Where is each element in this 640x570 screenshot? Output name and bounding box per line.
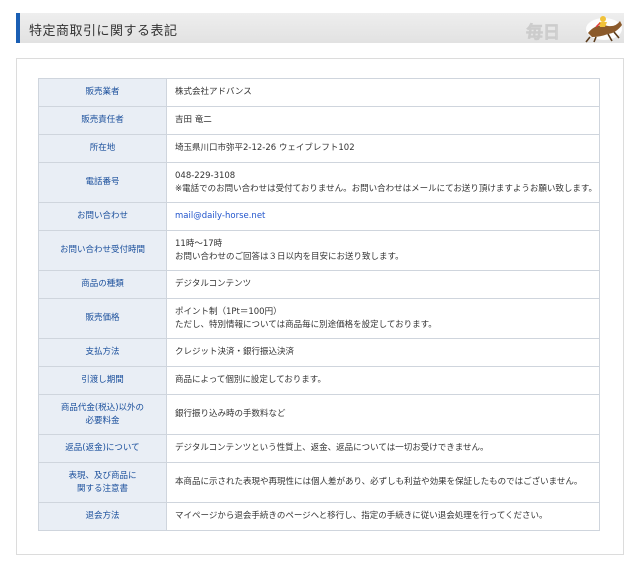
table-row: 支払方法 クレジット決済・銀行振込決済 <box>38 338 600 367</box>
row-label-line: お問い合わせ <box>76 211 128 221</box>
table-row: お問い合わせ受付時間 11時～17時お問い合わせのご回答は３日以内を目安にお送り致… <box>38 230 600 271</box>
row-value: マイページから退会手続きのページへと移行し、指定の手続きに従い退会処理を行ってく… <box>166 502 600 531</box>
row-label: 商品代金(税込)以外の 必要料金 <box>38 394 167 435</box>
page: 特定商取引に関する表記 毎日 販売業者 株式会社アドバンス販売責任者 吉田 竜二所在… <box>0 0 640 570</box>
row-label: 販売責任者 <box>38 106 167 135</box>
row-value-line: 埼玉県川口市弥平2-12-26 ウェイブレフト102 <box>175 143 355 153</box>
page-header: 特定商取引に関する表記 毎日 <box>16 13 624 43</box>
row-label: 商品の種類 <box>38 270 167 299</box>
row-label: 販売業者 <box>38 78 167 107</box>
row-label-line: 引渡し期間 <box>81 375 124 385</box>
row-value: クレジット決済・銀行振込決済 <box>166 338 600 367</box>
row-label-line: 販売価格 <box>85 313 120 323</box>
table-row: 販売責任者 吉田 竜二 <box>38 106 600 135</box>
row-value: 商品によって個別に設定しております。 <box>166 366 600 395</box>
table-row: 表現、及び商品に 関する注意書 本商品に示された表現や再現性には個人差があり、必ずし… <box>38 462 600 503</box>
table-row: 販売業者 株式会社アドバンス <box>38 78 600 107</box>
contact-email-link[interactable]: mail@daily-horse.net <box>175 210 599 223</box>
row-value: 11時～17時お問い合わせのご回答は３日以内を目安にお送り致します。 <box>166 230 600 271</box>
row-label-line: 関する注意書 <box>76 483 128 494</box>
page-title: 特定商取引に関する表記 <box>29 24 178 39</box>
table-row: 電話番号 048-229-3108 ※電話でのお問い合わせは受付ておりません。お問い… <box>38 162 600 203</box>
row-label-line: 表現、及び商品に <box>68 470 137 481</box>
table-row: 商品代金(税込)以外の 必要料金 銀行振り込み時の手数料など <box>38 394 600 435</box>
row-value-line: ただし、特別情報については商品毎に別途価格を設定しております。 <box>175 319 437 330</box>
row-value-line: ポイント制（1Pt＝100円） <box>175 306 282 317</box>
row-label: 所在地 <box>38 134 167 163</box>
row-label-line: 販売責任者 <box>81 115 124 125</box>
row-value-line: 本商品に示された表現や再現性には個人差があり、必ずしも利益や効果を保証したもので… <box>175 477 583 487</box>
row-label-line: 返品(返金)について <box>65 443 140 453</box>
row-value-line: お問い合わせのご回答は３日以内を目安にお送り致します。 <box>175 251 404 262</box>
table-row: 商品の種類 デジタルコンテンツ <box>38 270 600 299</box>
table-row: 退会方法 マイページから退会手続きのページへと移行し、指定の手続きに従い退会処理を… <box>38 502 600 531</box>
row-value: 銀行振り込み時の手数料など <box>166 394 600 435</box>
row-value: 埼玉県川口市弥平2-12-26 ウェイブレフト102 <box>166 134 600 163</box>
row-label-line: 商品の種類 <box>81 279 124 289</box>
row-label-line: お問い合わせ受付時間 <box>59 245 145 255</box>
site-logo: 毎日 <box>526 16 622 43</box>
table-row: 返品(返金)について デジタルコンテンツという性質上、返金、返品については一切お受… <box>38 434 600 463</box>
row-value-line: 銀行振り込み時の手数料など <box>175 409 286 419</box>
row-value: 本商品に示された表現や再現性には個人差があり、必ずしも利益や効果を保証したもので… <box>166 462 600 503</box>
jockey-horse-icon <box>585 16 622 43</box>
row-value: 株式会社アドバンス <box>166 78 600 107</box>
row-value: デジタルコンテンツという性質上、返金、返品については一切お受けできません。 <box>166 434 600 463</box>
row-value-line: 商品によって個別に設定しております。 <box>175 375 326 385</box>
row-value-line: 吉田 竜二 <box>175 115 212 125</box>
row-value: 048-229-3108 ※電話でのお問い合わせは受付ておりません。お問い合わせは… <box>166 162 600 203</box>
row-label: お問い合わせ受付時間 <box>38 230 167 271</box>
row-value-line: デジタルコンテンツ <box>175 279 252 289</box>
row-label-line: 販売業者 <box>85 87 120 97</box>
logo-text: 毎日 <box>526 22 560 43</box>
row-label: 返品(返金)について <box>38 434 167 463</box>
row-value: ポイント制（1Pt＝100円） ただし、特別情報については商品毎に別途価格を設定し… <box>166 298 600 339</box>
row-value-line: クレジット決済・銀行振込決済 <box>175 347 295 357</box>
row-label-line: 必要料金 <box>85 415 120 426</box>
row-value-line: デジタルコンテンツという性質上、返金、返品については一切お受けできません。 <box>175 443 489 453</box>
row-label-line: 退会方法 <box>85 511 120 521</box>
row-label-line: 所在地 <box>89 143 116 153</box>
row-label: お問い合わせ <box>38 202 167 231</box>
row-label: 販売価格 <box>38 298 167 339</box>
row-value-line: マイページから退会手続きのページへと移行し、指定の手続きに従い退会処理を行ってく… <box>175 511 548 521</box>
row-value-line: 株式会社アドバンス <box>175 87 252 97</box>
row-label: 表現、及び商品に 関する注意書 <box>38 462 167 503</box>
row-label-line: 電話番号 <box>85 177 120 187</box>
row-label: 引渡し期間 <box>38 366 167 395</box>
row-value-line: ※電話でのお問い合わせは受付ておりません。お問い合わせはメールにてお送り頂けます… <box>175 183 598 194</box>
table-row: 所在地 埼玉県川口市弥平2-12-26 ウェイブレフト102 <box>38 134 600 163</box>
row-value-line: 048-229-3108 <box>175 170 236 181</box>
table-row: 販売価格 ポイント制（1Pt＝100円） ただし、特別情報については商品毎に別途価格… <box>38 298 600 339</box>
commerce-info-table: 販売業者 株式会社アドバンス販売責任者 吉田 竜二所在地 埼玉県川口市弥平2-12-2… <box>38 78 600 531</box>
row-value-line: 11時～17時 <box>175 238 223 249</box>
row-value: 吉田 竜二 <box>166 106 600 135</box>
row-label-line: 商品代金(税込)以外の <box>60 402 145 413</box>
info-panel: 販売業者 株式会社アドバンス販売責任者 吉田 竜二所在地 埼玉県川口市弥平2-12-2… <box>16 58 624 555</box>
row-label: 退会方法 <box>38 502 167 531</box>
row-label: 電話番号 <box>38 162 167 203</box>
row-label-line: 支払方法 <box>85 347 120 357</box>
table-row: お問い合わせ mail@daily-horse.net <box>38 202 600 231</box>
row-value: デジタルコンテンツ <box>166 270 600 299</box>
row-value: mail@daily-horse.net <box>166 202 600 231</box>
table-row: 引渡し期間 商品によって個別に設定しております。 <box>38 366 600 395</box>
row-label: 支払方法 <box>38 338 167 367</box>
